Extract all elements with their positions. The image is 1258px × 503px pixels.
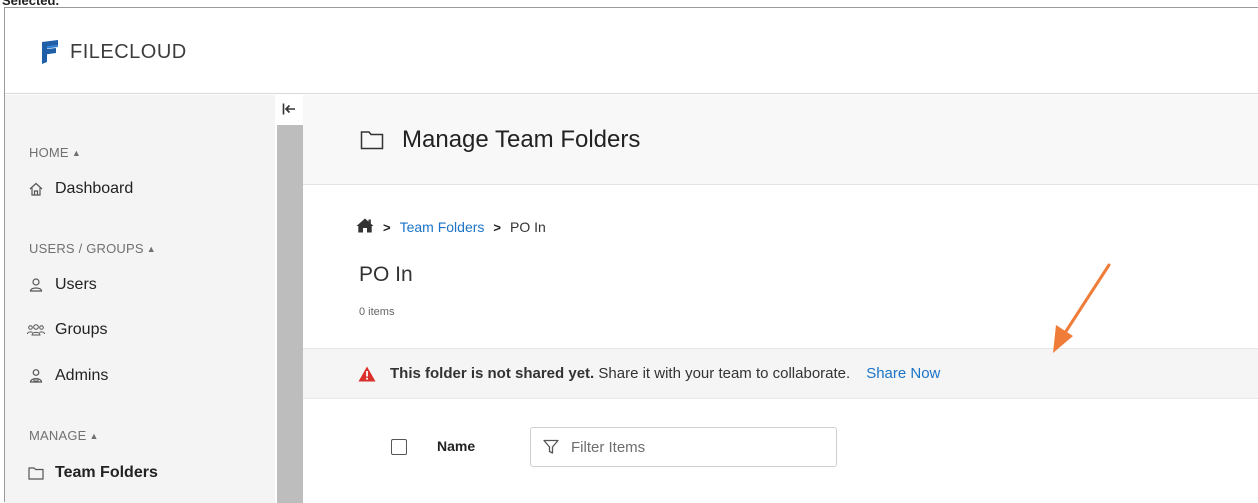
column-header-name[interactable]: Name [437, 438, 475, 454]
alert-bold-text: This folder is not shared yet. [390, 365, 595, 382]
caret-up-icon: ▲ [146, 244, 156, 254]
not-shared-alert: This folder is not shared yet. Share it … [303, 348, 1258, 399]
select-all-checkbox[interactable] [391, 439, 407, 455]
sidebar-item-label: Dashboard [55, 180, 134, 197]
breadcrumb-current: PO In [510, 219, 546, 235]
sidebar-section-home[interactable]: HOME ▲ [29, 145, 81, 160]
sidebar-item-admins[interactable]: Admins [27, 367, 108, 385]
annotation-arrow [1053, 263, 1111, 353]
alert-message: This folder is not shared yet. Share it … [390, 365, 850, 382]
home-icon[interactable] [356, 218, 374, 236]
collapse-sidebar-icon[interactable] [279, 99, 299, 119]
sidebar-item-label: Team Folders [55, 464, 158, 481]
page-header: Manage Team Folders [303, 95, 1258, 185]
chevron-right-icon: > [383, 219, 391, 235]
sidebar-item-label: Users [55, 276, 97, 293]
warning-icon [358, 366, 376, 382]
folder-icon [360, 130, 384, 150]
section-label: USERS / GROUPS [29, 241, 144, 256]
alert-text: Share it with your team to collaborate. [598, 365, 851, 382]
user-icon [27, 276, 45, 294]
list-header: Name [303, 425, 1258, 467]
sidebar-item-label: Groups [55, 321, 108, 338]
filter-input[interactable] [571, 438, 821, 456]
page-title: Manage Team Folders [402, 125, 641, 153]
sidebar-section-manage[interactable]: MANAGE ▲ [29, 428, 99, 443]
folder-icon [27, 464, 45, 482]
filter-box[interactable] [530, 427, 837, 467]
app-window: FILECLOUD HOME ▲ Dashboard USERS / GROUPS… [4, 7, 1258, 503]
section-label: MANAGE [29, 428, 87, 443]
brand-name: FILECLOUD [70, 40, 187, 63]
folder-title: PO In [359, 263, 413, 286]
sidebar-item-groups[interactable]: Groups [27, 321, 107, 339]
admin-icon [27, 367, 45, 385]
breadcrumb: > Team Folders > PO In [356, 218, 546, 236]
sidebar-item-label: Admins [55, 367, 109, 384]
item-count: 0 items [359, 306, 395, 318]
brand-logo[interactable]: FILECLOUD [39, 40, 187, 64]
sidebar-item-users[interactable]: Users [27, 276, 97, 294]
filter-icon [543, 439, 559, 455]
share-now-link[interactable]: Share Now [866, 365, 940, 382]
chevron-right-icon: > [493, 219, 501, 235]
scrollbar-thumb[interactable] [277, 125, 303, 503]
sidebar-section-users-groups[interactable]: USERS / GROUPS ▲ [29, 241, 156, 256]
caret-up-icon: ▲ [71, 148, 81, 158]
groups-icon [27, 321, 45, 339]
top-bar: FILECLOUD [5, 8, 1258, 94]
sidebar-item-dashboard[interactable]: Dashboard [27, 180, 133, 198]
section-label: HOME [29, 145, 69, 160]
sidebar-scrollbar[interactable] [275, 95, 303, 503]
home-icon [27, 180, 45, 198]
sidebar: HOME ▲ Dashboard USERS / GROUPS ▲ Users Gr… [5, 95, 275, 503]
breadcrumb-team-folders[interactable]: Team Folders [400, 219, 485, 235]
caret-up-icon: ▲ [89, 431, 99, 441]
sidebar-item-team-folders[interactable]: Team Folders [27, 464, 158, 482]
filecloud-logo-icon [42, 40, 58, 64]
